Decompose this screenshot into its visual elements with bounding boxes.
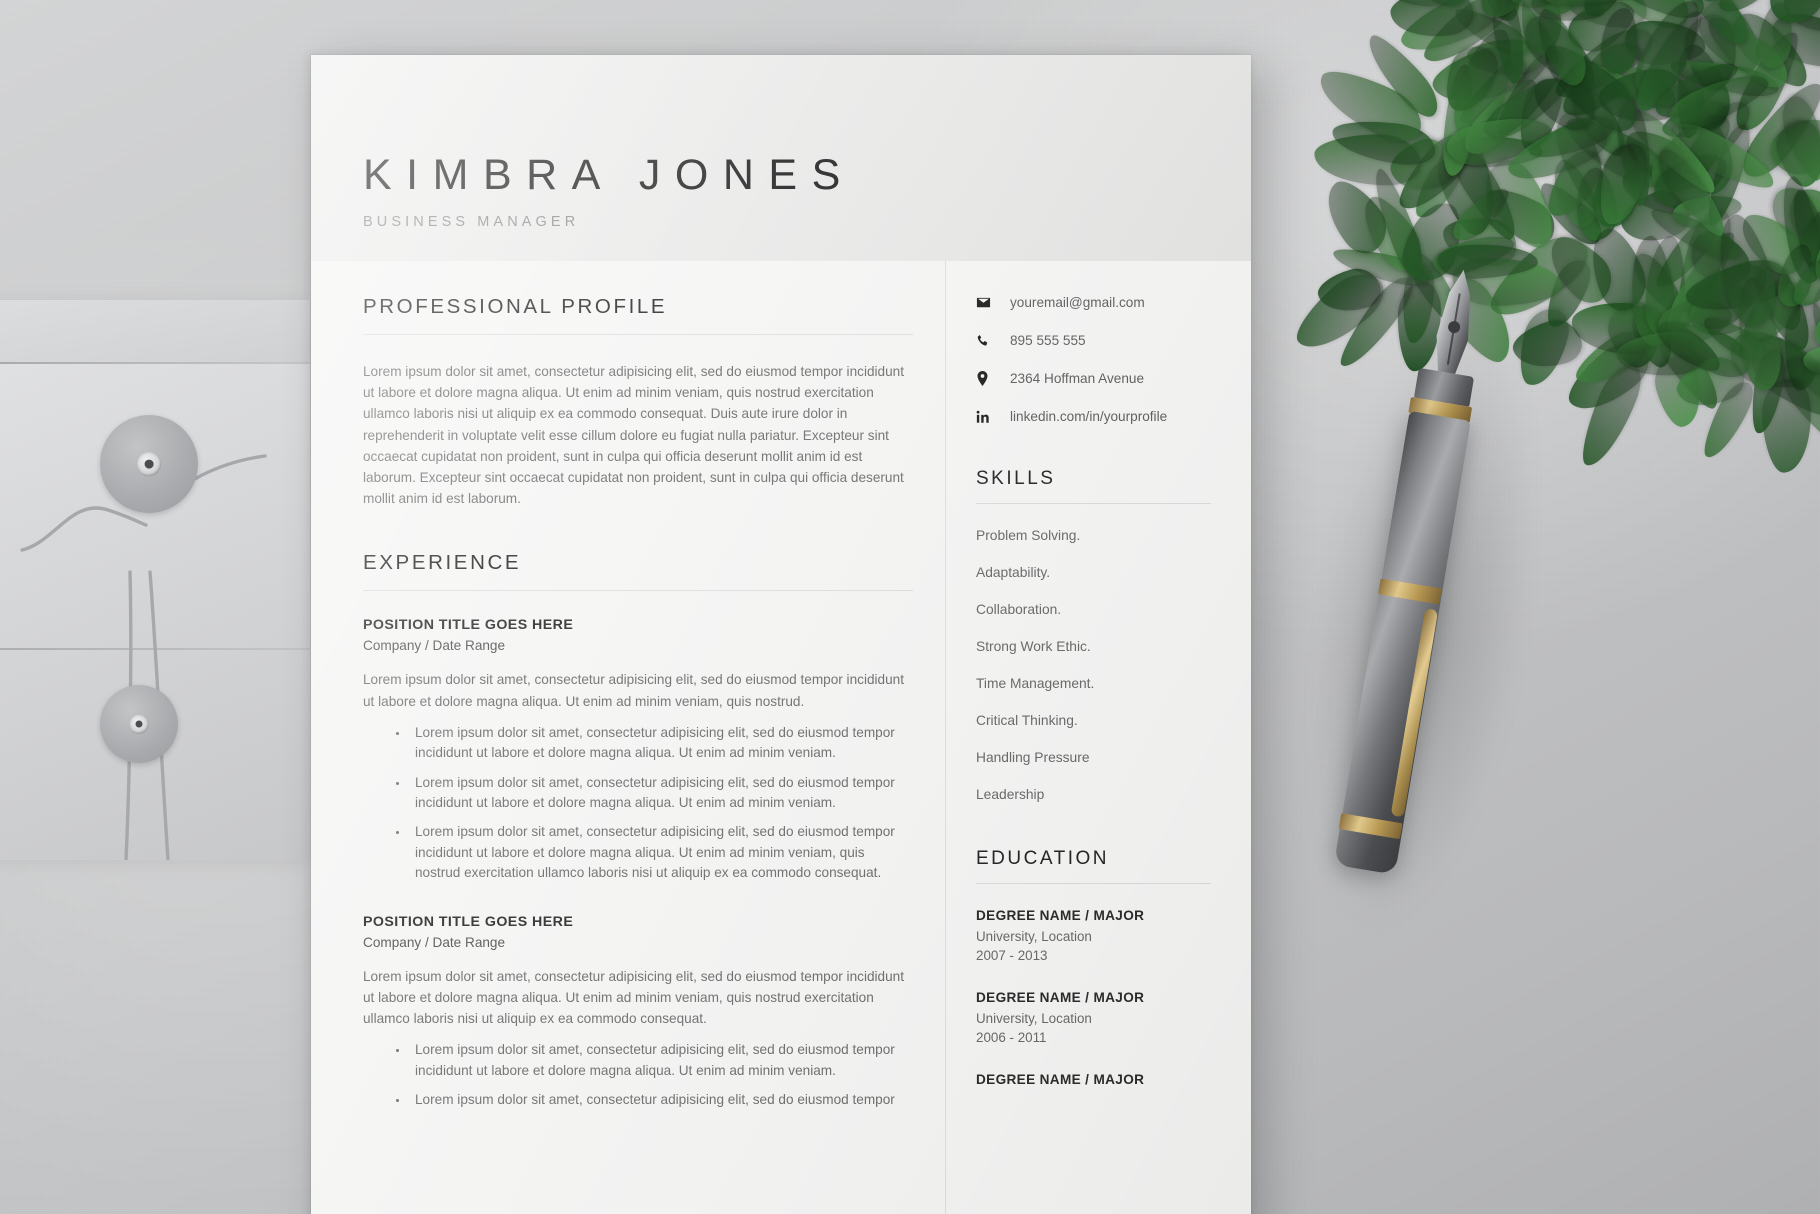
profile-text: Lorem ipsum dolor sit amet, consectetur …	[363, 364, 904, 507]
resume-header: KIMBRA JONES BUSINESS MANAGER	[311, 55, 1251, 261]
job-company-dates: Company / Date Range	[363, 638, 506, 654]
education-university: University, Location	[976, 929, 1092, 944]
experience-item: POSITION TITLE GOES HERE Company / Date R…	[363, 617, 913, 883]
education-degree: DEGREE NAME / MAJOR	[976, 990, 1145, 1005]
job-company-dates: Company / Date Range	[363, 934, 506, 950]
job-bullet: Lorem ipsum dolor sit amet, consectetur …	[409, 822, 913, 883]
education-degree: DEGREE NAME / MAJOR	[976, 908, 1145, 923]
skill-item: Adaptability.	[976, 565, 1051, 580]
education-item: DEGREE NAME / MAJOR University, Location 2…	[976, 990, 1211, 1045]
education-heading: EDUCATION	[976, 848, 1109, 869]
skills-divider	[976, 503, 1211, 504]
skill-item: Problem Solving.	[976, 528, 1081, 543]
contact-list: youremail@gmail.com 895 555 555 2364 Hoffm…	[976, 295, 1211, 424]
resume-main-column: PROFESSIONAL PROFILE Lorem ipsum dolor s…	[311, 261, 945, 1214]
education-university: University, Location	[976, 1011, 1092, 1026]
contact-value: 2364 Hoffman Avenue	[1010, 371, 1145, 386]
contact-row[interactable]: youremail@gmail.com	[976, 295, 1211, 310]
envelope-flap	[0, 300, 310, 362]
experience-list: POSITION TITLE GOES HERE Company / Date R…	[363, 617, 913, 1110]
contact-row[interactable]: 2364 Hoffman Avenue	[976, 371, 1211, 386]
envelope-button-upper	[100, 415, 198, 513]
contact-value: linkedin.com/in/yourprofile	[1010, 409, 1168, 424]
skills-list: Problem Solving. Adaptability. Collaborati…	[976, 528, 1211, 802]
contact-value: 895 555 555	[1010, 333, 1086, 348]
experience-heading: EXPERIENCE	[363, 551, 522, 575]
job-description: Lorem ipsum dolor sit amet, consectetur …	[363, 672, 904, 709]
job-bullet-list: Lorem ipsum dolor sit amet, consectetur …	[409, 723, 913, 884]
section-experience: EXPERIENCE POSITION TITLE GOES HERE Compa…	[363, 551, 913, 1110]
skills-heading: SKILLS	[976, 468, 1056, 489]
job-title: POSITION TITLE GOES HERE	[363, 913, 574, 930]
education-list: DEGREE NAME / MAJOR University, Location 2…	[976, 908, 1211, 1087]
contact-value: youremail@gmail.com	[1010, 295, 1145, 310]
section-education: EDUCATION DEGREE NAME / MAJOR University,…	[976, 848, 1211, 1087]
job-bullet: Lorem ipsum dolor sit amet, consectetur …	[409, 723, 913, 764]
experience-divider	[363, 590, 913, 592]
education-divider	[976, 883, 1211, 884]
envelope-icon	[976, 295, 998, 310]
experience-item: POSITION TITLE GOES HERE Company / Date R…	[363, 914, 913, 1111]
skill-item: Time Management.	[976, 676, 1095, 691]
skill-item: Handling Pressure	[976, 750, 1090, 765]
resume-body: PROFESSIONAL PROFILE Lorem ipsum dolor s…	[311, 261, 1251, 1214]
education-degree: DEGREE NAME / MAJOR	[976, 1072, 1145, 1087]
education-item: DEGREE NAME / MAJOR University, Location 2…	[976, 908, 1211, 963]
job-bullet-list: Lorem ipsum dolor sit amet, consectetur …	[409, 1040, 913, 1110]
profile-divider	[363, 334, 913, 335]
map-pin-icon	[976, 371, 998, 386]
job-bullet: Lorem ipsum dolor sit amet, consectetur …	[409, 773, 913, 814]
linkedin-icon	[976, 410, 998, 424]
education-years: 2007 - 2013	[976, 948, 1048, 963]
skill-item: Strong Work Ethic.	[976, 639, 1091, 654]
job-title: POSITION TITLE GOES HERE	[363, 617, 574, 634]
contact-row[interactable]: 895 555 555	[976, 333, 1211, 348]
job-description: Lorem ipsum dolor sit amet, consectetur …	[363, 968, 904, 1027]
job-bullet: Lorem ipsum dolor sit amet, consectetur …	[409, 1040, 913, 1081]
envelope-prop	[0, 300, 310, 860]
education-years: 2006 - 2011	[976, 1030, 1047, 1045]
education-item: DEGREE NAME / MAJOR	[976, 1072, 1211, 1087]
envelope-button-lower	[100, 685, 178, 763]
phone-icon	[976, 334, 998, 348]
skill-item: Leadership	[976, 787, 1045, 802]
envelope-seam-top	[0, 362, 310, 364]
contact-row[interactable]: linkedin.com/in/yourprofile	[976, 409, 1211, 424]
section-professional-profile: PROFESSIONAL PROFILE Lorem ipsum dolor s…	[363, 295, 913, 509]
candidate-role: BUSINESS MANAGER	[363, 214, 580, 230]
skill-item: Critical Thinking.	[976, 713, 1078, 728]
profile-heading: PROFESSIONAL PROFILE	[363, 295, 668, 318]
skill-item: Collaboration.	[976, 602, 1062, 617]
resume-side-column: youremail@gmail.com 895 555 555 2364 Hoffm…	[945, 261, 1251, 1214]
section-skills: SKILLS Problem Solving. Adaptability. Coll…	[976, 468, 1211, 802]
candidate-name: KIMBRA JONES	[363, 151, 855, 199]
resume-document: KIMBRA JONES BUSINESS MANAGER PROFESSION…	[311, 55, 1251, 1214]
job-bullet: Lorem ipsum dolor sit amet, consectetur …	[409, 1090, 913, 1110]
